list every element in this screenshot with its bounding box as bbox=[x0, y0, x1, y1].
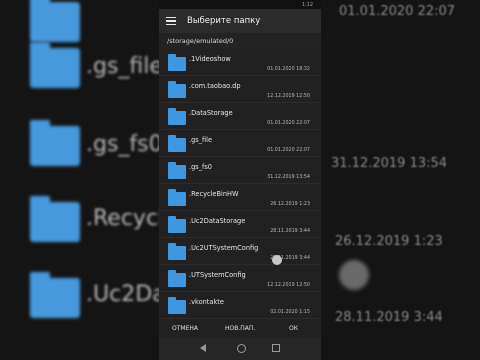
ok-button[interactable]: ОК bbox=[289, 325, 298, 332]
folder-icon bbox=[30, 272, 80, 318]
phone-screen: 1:12 Выберите папку /storage/emulated/0 … bbox=[159, 0, 321, 360]
folder-icon bbox=[168, 216, 186, 233]
touch-indicator bbox=[272, 255, 282, 265]
bg-date: 01.01.2020 22:07 bbox=[339, 4, 456, 19]
bg-date: 26.12.2019 1:23 bbox=[335, 234, 443, 249]
folder-date: 26.12.2019 1:23 bbox=[270, 202, 310, 207]
folder-list-item[interactable]: .Uc2DataStorage 28.11.2019 3:44 bbox=[159, 211, 321, 238]
touch-indicator bbox=[339, 260, 369, 290]
folder-date: 28.11.2019 3:44 bbox=[270, 229, 310, 234]
android-nav-bar bbox=[159, 337, 321, 360]
folder-icon bbox=[168, 108, 186, 125]
bg-folder-label: .gs_fs0 bbox=[86, 132, 159, 157]
folder-icon bbox=[30, 196, 80, 242]
folder-icon bbox=[168, 243, 186, 260]
folder-date: 12.12.2019 12:50 bbox=[267, 94, 310, 99]
background-blur-right: 01.01.2020 22:07 31.12.2019 13:54 26.12.… bbox=[321, 0, 480, 360]
back-icon[interactable] bbox=[200, 344, 207, 352]
folder-date: 02.01.2020 1:15 bbox=[270, 310, 310, 315]
folder-name: .vkontakte bbox=[189, 298, 224, 306]
bg-date: 28.11.2019 3:44 bbox=[335, 310, 443, 325]
bg-date: 31.12.2019 13:54 bbox=[331, 156, 448, 171]
folder-list-item[interactable]: .vkontakte 02.01.2020 1:15 bbox=[159, 292, 321, 319]
folder-icon bbox=[30, 42, 80, 88]
bg-folder-label: .Uc2Da bbox=[86, 282, 159, 307]
folder-name: .DataStorage bbox=[189, 109, 233, 117]
folder-name: .gs_file bbox=[189, 136, 213, 144]
dialog-title: Выберите папку bbox=[187, 16, 261, 26]
folder-date: 31.12.2019 13:54 bbox=[267, 175, 310, 180]
folder-list-item[interactable]: .1Videoshow 01.01.2020 18:32 bbox=[159, 49, 321, 76]
folder-name: .Uc2DataStorage bbox=[189, 217, 246, 225]
folder-list: .1Videoshow 01.01.2020 18:32 .com.taobao… bbox=[159, 49, 321, 319]
bg-folder-label: .Recycl bbox=[86, 206, 159, 231]
folder-list-item[interactable]: .RecycleBinHW 26.12.2019 1:23 bbox=[159, 184, 321, 211]
bg-folder-label: .gs_file- bbox=[86, 54, 159, 79]
hamburger-menu-icon[interactable] bbox=[166, 16, 176, 26]
folder-list-item[interactable]: .Uc2UTSystemConfig 28.11.2019 3:44 bbox=[159, 238, 321, 265]
background-blur-left: .gs_file- .gs_fs0 .Recycl .Uc2Da bbox=[0, 0, 159, 360]
current-path: /storage/emulated/0 bbox=[159, 33, 321, 49]
folder-list-item[interactable]: .gs_fs0 31.12.2019 13:54 bbox=[159, 157, 321, 184]
folder-name: .UTSystemConfig bbox=[189, 271, 246, 279]
app-bar: Выберите папку bbox=[159, 9, 321, 33]
folder-list-item[interactable]: .DataStorage 01.01.2020 22:07 bbox=[159, 103, 321, 130]
folder-list-item[interactable]: .gs_file 01.01.2020 22:07 bbox=[159, 130, 321, 157]
folder-name: .Uc2UTSystemConfig bbox=[189, 244, 259, 252]
folder-list-item[interactable]: .com.taobao.dp 12.12.2019 12:50 bbox=[159, 76, 321, 103]
folder-name: .1Videoshow bbox=[189, 55, 231, 63]
folder-date: 01.01.2020 22:07 bbox=[267, 121, 310, 126]
folder-name: .com.taobao.dp bbox=[189, 82, 241, 90]
folder-icon bbox=[168, 54, 186, 71]
status-bar: 1:12 bbox=[159, 0, 321, 9]
folder-icon bbox=[168, 135, 186, 152]
folder-date: 01.01.2020 18:32 bbox=[267, 67, 310, 72]
cancel-button[interactable]: ОТМЕНА bbox=[172, 325, 198, 332]
folder-name: .gs_fs0 bbox=[189, 163, 212, 171]
dialog-actions: ОТМЕНА НОВ.ПАП. ОК bbox=[159, 320, 321, 337]
home-icon[interactable] bbox=[237, 344, 246, 353]
recents-icon[interactable] bbox=[272, 344, 280, 352]
folder-icon bbox=[168, 189, 186, 206]
new-folder-button[interactable]: НОВ.ПАП. bbox=[225, 325, 255, 332]
folder-icon bbox=[168, 270, 186, 287]
folder-icon bbox=[30, 120, 80, 166]
folder-icon bbox=[168, 81, 186, 98]
folder-date: 12.12.2019 12:50 bbox=[267, 283, 310, 288]
status-time: 1:12 bbox=[301, 1, 313, 8]
folder-date: 01.01.2020 22:07 bbox=[267, 148, 310, 153]
folder-icon bbox=[168, 162, 186, 179]
folder-name: .RecycleBinHW bbox=[189, 190, 239, 198]
folder-icon bbox=[168, 297, 186, 314]
folder-icon bbox=[30, 0, 80, 42]
folder-list-item[interactable]: .UTSystemConfig 12.12.2019 12:50 bbox=[159, 265, 321, 292]
